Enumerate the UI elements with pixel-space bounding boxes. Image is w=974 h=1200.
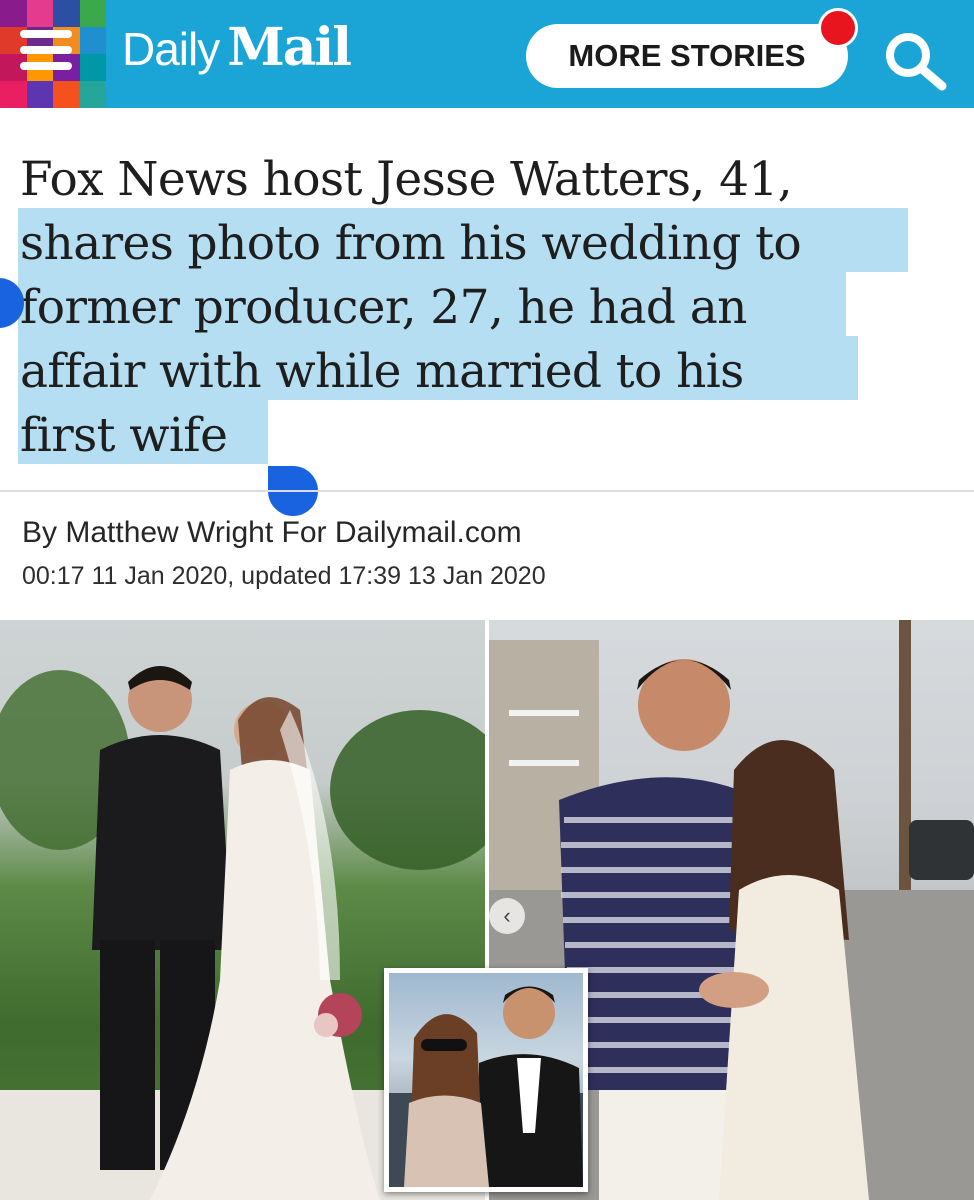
mosaic-tile bbox=[0, 0, 27, 27]
mosaic-tile bbox=[26, 81, 53, 108]
headline-line: former producer, 27, he had an bbox=[20, 280, 747, 335]
mosaic-tile bbox=[0, 81, 27, 108]
article-headline: Fox News host Jesse Watters, 41, shares … bbox=[20, 148, 960, 468]
mosaic-tile bbox=[79, 0, 106, 27]
inset-photo-art bbox=[389, 986, 583, 1187]
inset-photo[interactable] bbox=[384, 968, 588, 1192]
author-byline[interactable]: By Matthew Wright For Dailymail.com bbox=[22, 516, 522, 550]
inset-photo-image bbox=[389, 973, 583, 1187]
notification-dot bbox=[818, 8, 858, 48]
mosaic-tile bbox=[53, 0, 80, 27]
mosaic-tile bbox=[79, 81, 106, 108]
mosaic-tile bbox=[79, 27, 106, 54]
mosaic-tile bbox=[79, 54, 106, 81]
more-stories-button[interactable]: MORE STORIES bbox=[526, 24, 848, 88]
headline-line: affair with while married to his bbox=[20, 344, 744, 399]
headline-line: shares photo from his wedding to bbox=[20, 216, 802, 271]
mosaic-tile bbox=[26, 0, 53, 27]
publish-date: 00:17 11 Jan 2020, updated 17:39 13 Jan … bbox=[22, 562, 546, 590]
daily-mail-logo[interactable]: Daily Mail bbox=[122, 22, 352, 74]
mosaic-tile bbox=[53, 81, 80, 108]
headline-line: first wife bbox=[20, 408, 228, 463]
divider bbox=[0, 490, 974, 492]
headline-line: Fox News host Jesse Watters, 41, bbox=[20, 152, 793, 207]
carousel-prev-button[interactable]: ‹ bbox=[489, 898, 525, 934]
menu-icon[interactable] bbox=[20, 30, 72, 78]
search-icon[interactable] bbox=[880, 28, 950, 92]
top-bar: Daily Mail MORE STORIES bbox=[0, 0, 974, 108]
